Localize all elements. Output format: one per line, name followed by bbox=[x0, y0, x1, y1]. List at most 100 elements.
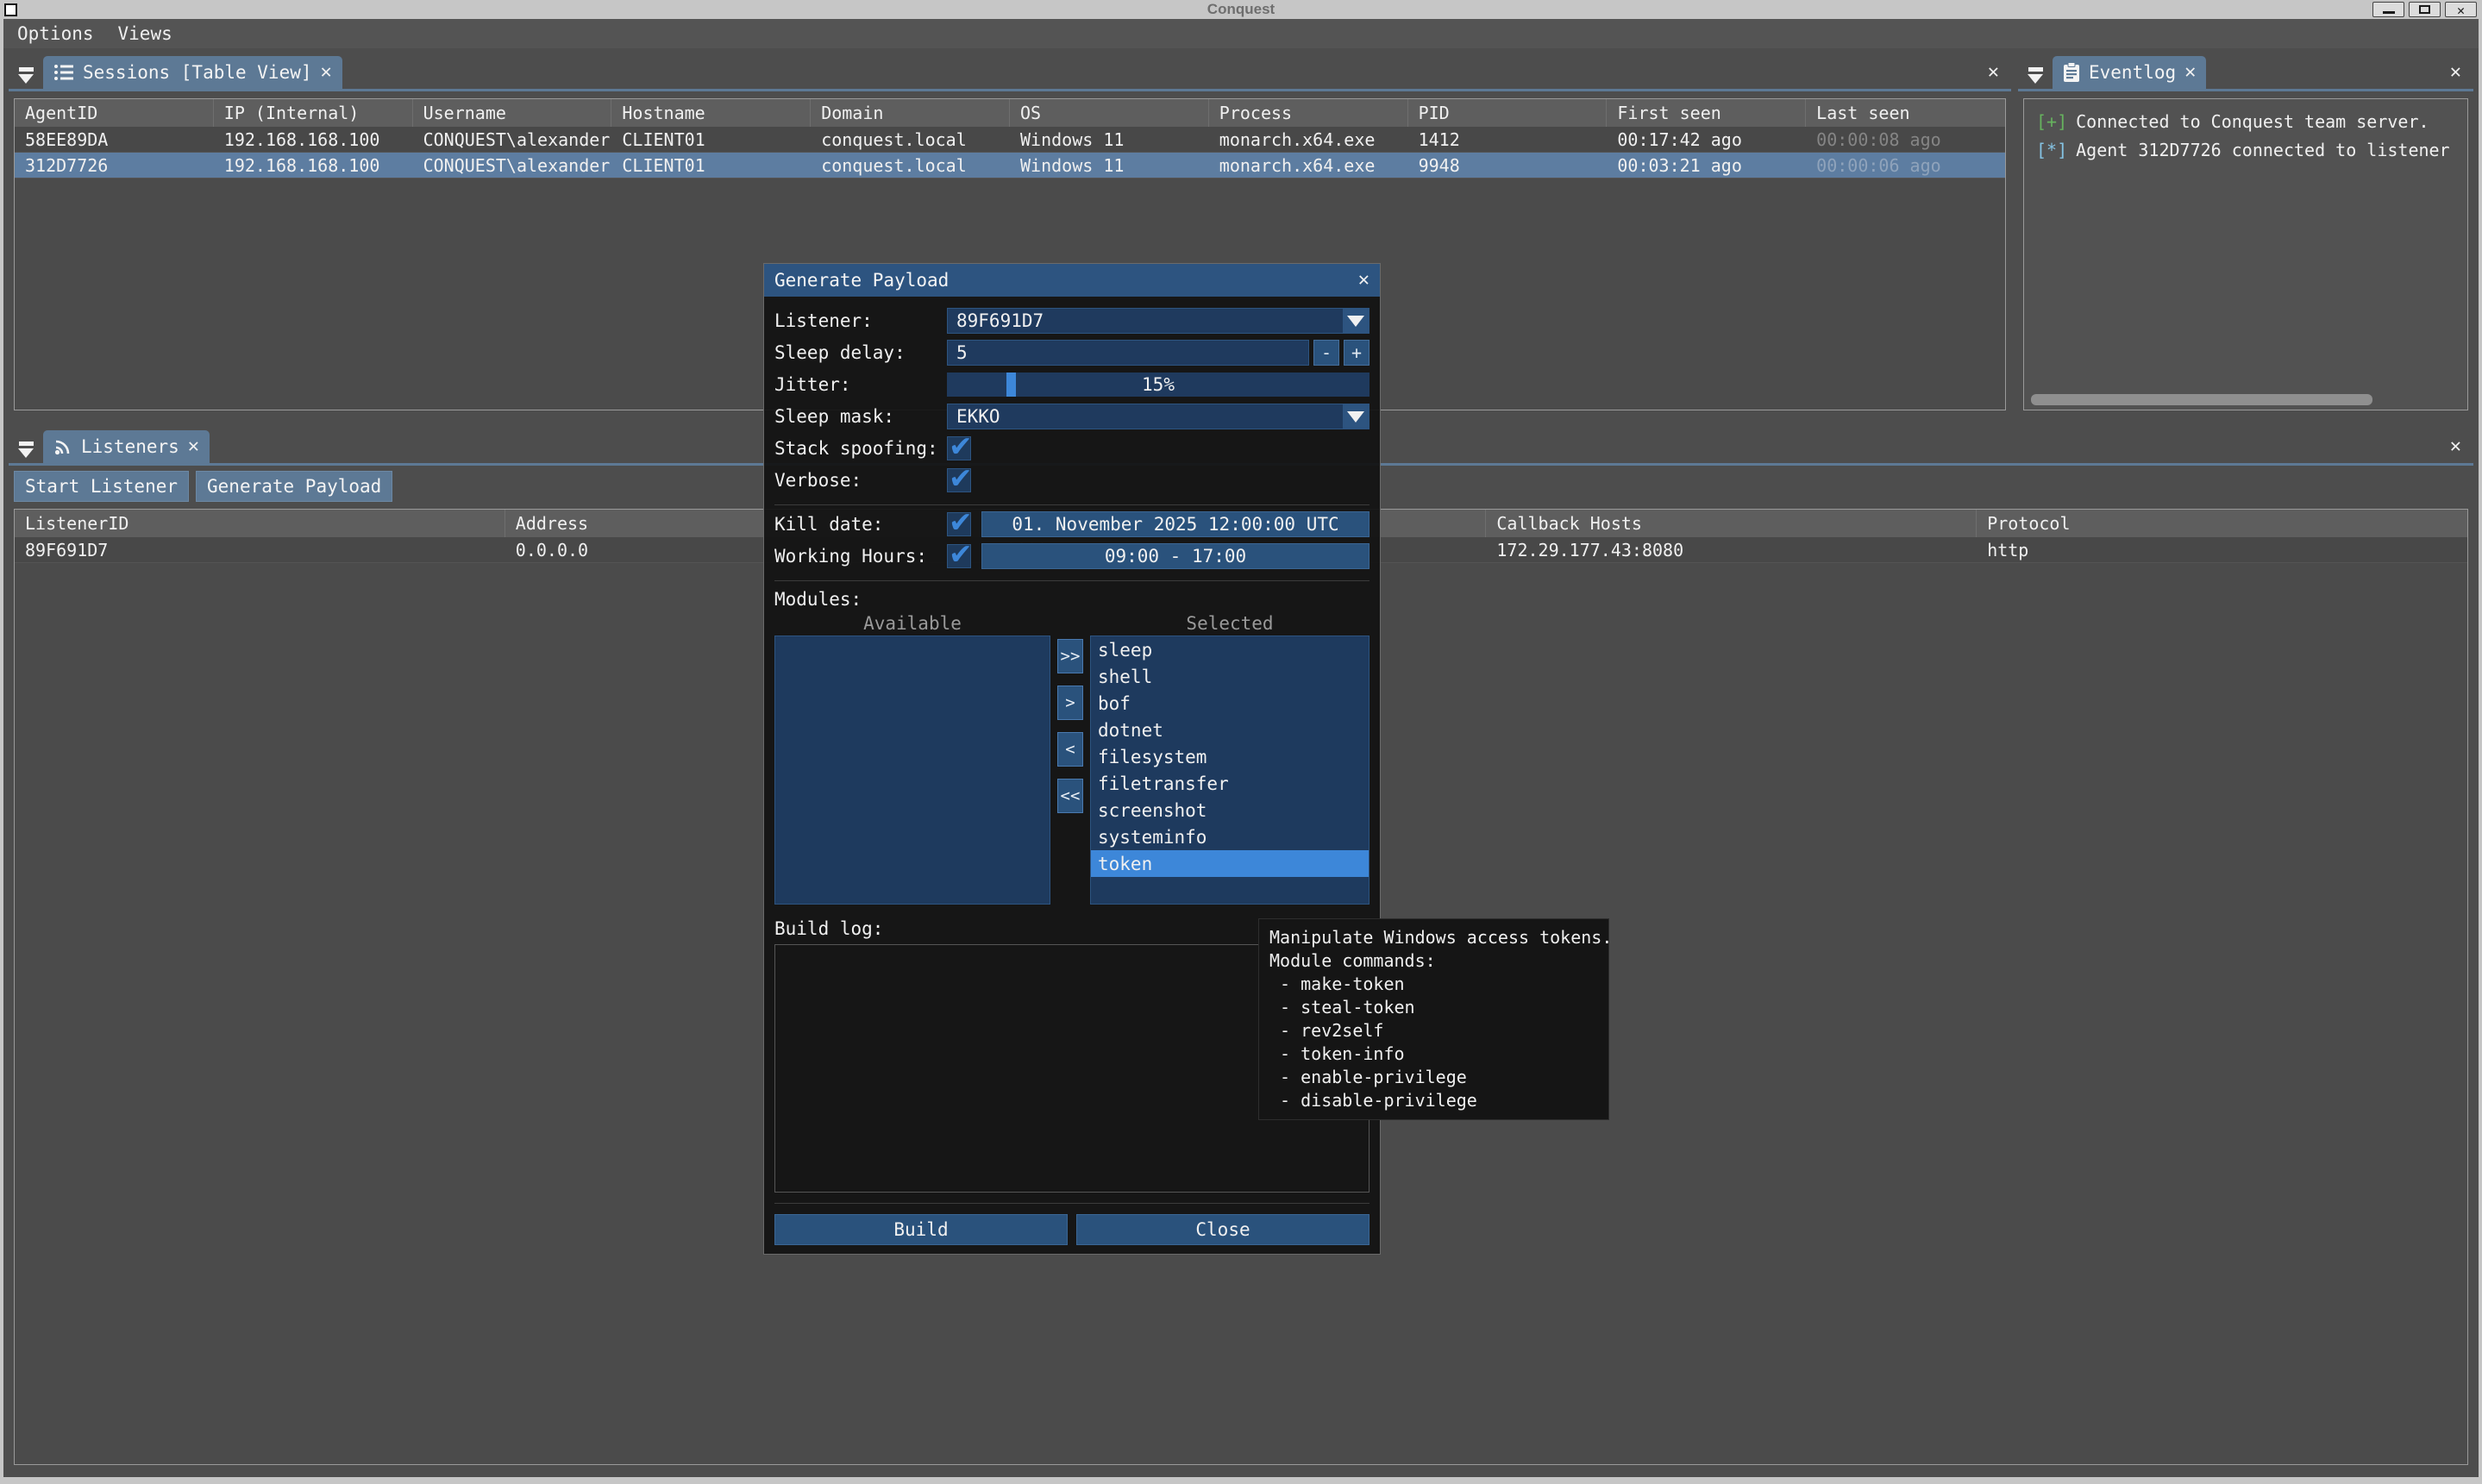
column-header[interactable]: Callback Hosts bbox=[1486, 510, 1977, 537]
listeners-dock-close[interactable] bbox=[2450, 437, 2473, 463]
table-cell: 58EE89DA bbox=[15, 127, 214, 152]
window-title: Conquest bbox=[0, 1, 2482, 18]
column-header[interactable]: AgentID bbox=[15, 99, 214, 127]
dock-menu-icon[interactable] bbox=[9, 67, 43, 89]
generate-payload-button[interactable]: Generate Payload bbox=[196, 471, 392, 502]
column-header[interactable]: Process bbox=[1209, 99, 1408, 127]
tab-eventlog[interactable]: Eventlog bbox=[2053, 56, 2206, 89]
listener-select[interactable]: 89F691D7 bbox=[947, 308, 1369, 334]
module-item-sleep[interactable]: sleep bbox=[1091, 636, 1369, 663]
kill-date-label: Kill date: bbox=[774, 514, 947, 535]
module-item-screenshot[interactable]: screenshot bbox=[1091, 797, 1369, 823]
eventlog-text: Agent 312D7726 connected to listener bbox=[2076, 140, 2449, 160]
sessions-table-header: AgentIDIP (Internal)UsernameHostnameDoma… bbox=[15, 99, 2005, 127]
module-item-filesystem[interactable]: filesystem bbox=[1091, 743, 1369, 770]
tab-listeners[interactable]: Listeners bbox=[43, 430, 210, 463]
sleep-delay-label: Sleep delay: bbox=[774, 342, 947, 363]
tab-eventlog-close-icon[interactable] bbox=[2184, 63, 2196, 82]
table-cell: 00:03:21 ago bbox=[1607, 153, 1806, 178]
column-header[interactable]: Last seen bbox=[1806, 99, 2005, 127]
module-item-filetransfer[interactable]: filetransfer bbox=[1091, 770, 1369, 797]
menu-item-options[interactable]: Options bbox=[17, 23, 94, 44]
table-cell: 172.29.177.43:8080 bbox=[1486, 537, 1977, 562]
build-button[interactable]: Build bbox=[774, 1214, 1068, 1245]
table-cell: 00:00:08 ago bbox=[1806, 127, 2005, 152]
kill-date-checkbox[interactable] bbox=[947, 512, 971, 536]
move-left-button[interactable]: < bbox=[1057, 732, 1083, 767]
maximize-button[interactable] bbox=[2409, 2, 2441, 17]
column-header[interactable]: Domain bbox=[811, 99, 1010, 127]
sleep-delay-input[interactable]: 5 bbox=[947, 340, 1309, 366]
tab-sessions-label: Sessions [Table View] bbox=[83, 62, 312, 83]
eventlog-entry: [*]Agent 312D7726 connected to listener bbox=[2036, 136, 2455, 165]
available-list-label: Available bbox=[774, 613, 1050, 634]
close-dialog-button[interactable]: Close bbox=[1076, 1214, 1369, 1245]
minimize-button[interactable] bbox=[2372, 2, 2404, 17]
table-cell: conquest.local bbox=[811, 127, 1010, 152]
verbose-checkbox[interactable] bbox=[947, 468, 971, 492]
table-cell: 1412 bbox=[1408, 127, 1608, 152]
tooltip-line: - disable-privilege bbox=[1269, 1089, 1598, 1112]
sleep-delay-decrement-button[interactable]: - bbox=[1313, 340, 1339, 366]
dock-menu-icon[interactable] bbox=[9, 441, 43, 463]
move-all-right-button[interactable]: >> bbox=[1057, 639, 1083, 673]
module-item-bof[interactable]: bof bbox=[1091, 690, 1369, 717]
column-header[interactable]: IP (Internal) bbox=[214, 99, 413, 127]
selected-list-label: Selected bbox=[1090, 613, 1369, 634]
column-header[interactable]: OS bbox=[1010, 99, 1209, 127]
selected-modules-list[interactable]: sleepshellbofdotnetfilesystemfiletransfe… bbox=[1090, 636, 1369, 905]
dock-menu-icon[interactable] bbox=[2018, 67, 2053, 89]
module-item-token[interactable]: token bbox=[1091, 850, 1369, 877]
table-cell: CONQUEST\alexander bbox=[413, 127, 612, 152]
listener-label: Listener: bbox=[774, 310, 947, 331]
verbose-label: Verbose: bbox=[774, 470, 947, 491]
tab-sessions-close-icon[interactable] bbox=[321, 63, 332, 82]
horizontal-scrollbar[interactable] bbox=[2031, 394, 2372, 405]
module-item-shell[interactable]: shell bbox=[1091, 663, 1369, 690]
move-right-button[interactable]: > bbox=[1057, 686, 1083, 720]
table-cell: monarch.x64.exe bbox=[1209, 153, 1408, 178]
close-button[interactable] bbox=[2445, 2, 2477, 17]
modules-label: Modules: bbox=[774, 589, 1369, 610]
sleep-delay-increment-button[interactable]: + bbox=[1344, 340, 1369, 366]
module-tooltip: Manipulate Windows access tokens.Module … bbox=[1258, 918, 1609, 1120]
available-modules-list[interactable] bbox=[774, 636, 1050, 905]
kill-date-picker[interactable]: 01. November 2025 12:00:00 UTC bbox=[981, 511, 1369, 537]
chevron-down-icon[interactable] bbox=[1343, 404, 1369, 429]
dialog-close-icon[interactable] bbox=[1358, 271, 1369, 290]
table-cell: CLIENT01 bbox=[611, 127, 811, 152]
module-item-dotnet[interactable]: dotnet bbox=[1091, 717, 1369, 743]
table-row[interactable]: 312D7726192.168.168.100CONQUEST\alexande… bbox=[15, 153, 2005, 178]
column-header[interactable]: First seen bbox=[1607, 99, 1806, 127]
sleep-mask-select[interactable]: EKKO bbox=[947, 404, 1369, 429]
working-hours-picker[interactable]: 09:00 - 17:00 bbox=[981, 543, 1369, 569]
table-cell: CONQUEST\alexander bbox=[413, 153, 612, 178]
tab-sessions[interactable]: Sessions [Table View] bbox=[43, 56, 342, 89]
column-header[interactable]: Protocol bbox=[1977, 510, 2467, 537]
column-header[interactable]: Username bbox=[413, 99, 612, 127]
dialog-titlebar[interactable]: Generate Payload bbox=[764, 264, 1380, 297]
working-hours-checkbox[interactable] bbox=[947, 544, 971, 568]
tooltip-line: - steal-token bbox=[1269, 996, 1598, 1019]
jitter-label: Jitter: bbox=[774, 374, 947, 395]
chevron-down-icon[interactable] bbox=[1343, 309, 1369, 333]
table-view-icon bbox=[53, 63, 74, 82]
table-row[interactable]: 58EE89DA192.168.168.100CONQUEST\alexande… bbox=[15, 127, 2005, 153]
column-header[interactable]: ListenerID bbox=[15, 510, 505, 537]
start-listener-button[interactable]: Start Listener bbox=[14, 471, 189, 502]
table-cell: 9948 bbox=[1408, 153, 1608, 178]
stack-spoofing-checkbox[interactable] bbox=[947, 436, 971, 460]
module-item-systeminfo[interactable]: systeminfo bbox=[1091, 823, 1369, 850]
jitter-slider[interactable]: 15% bbox=[947, 373, 1369, 397]
tab-listeners-close-icon[interactable] bbox=[188, 437, 199, 456]
slider-handle[interactable] bbox=[1006, 373, 1016, 397]
menu-item-views[interactable]: Views bbox=[118, 23, 172, 44]
dialog-title: Generate Payload bbox=[774, 270, 949, 291]
column-header[interactable]: Hostname bbox=[611, 99, 811, 127]
close-icon bbox=[2450, 61, 2461, 83]
sessions-dock-close[interactable] bbox=[1988, 63, 2011, 89]
move-all-left-button[interactable]: << bbox=[1057, 779, 1083, 813]
eventlog-dock-close[interactable] bbox=[2450, 63, 2473, 89]
table-cell: Windows 11 bbox=[1010, 153, 1209, 178]
column-header[interactable]: PID bbox=[1408, 99, 1608, 127]
